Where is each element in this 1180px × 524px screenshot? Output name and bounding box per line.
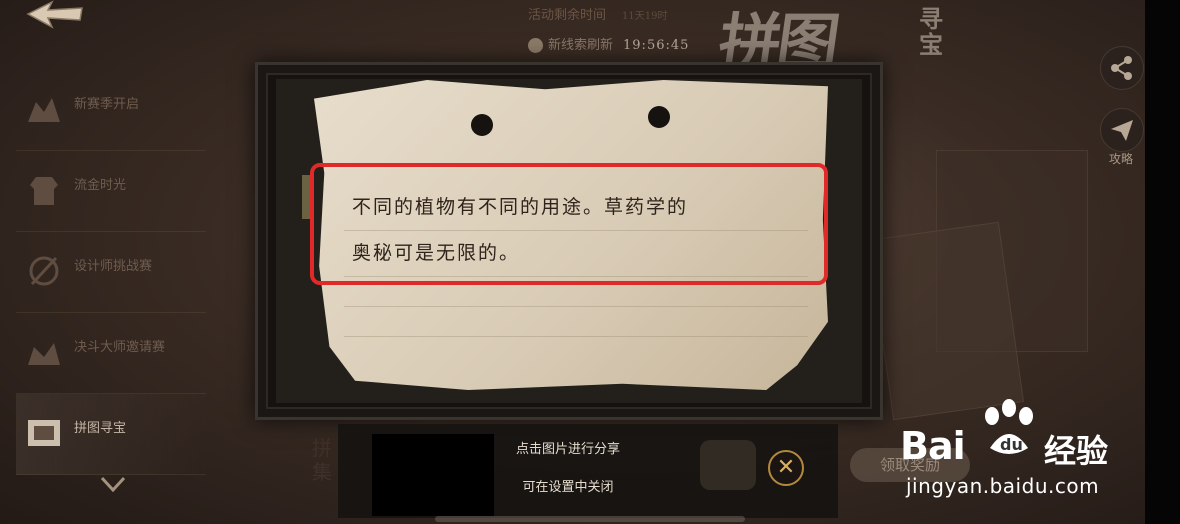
puzzle-icon [28, 420, 60, 446]
close-icon: ✕ [776, 455, 796, 480]
refresh-row: 新线索刷新 19:56:45 [528, 34, 689, 53]
refresh-countdown: 19:56:45 [623, 38, 690, 53]
sidebar-item-label: 新赛季开启 [74, 97, 140, 112]
paper-line [344, 306, 808, 307]
sidebar: 新赛季开启 流金时光 设计师挑战赛 决斗大师邀请赛 拼图寻宝 [16, 70, 206, 475]
close-button[interactable]: ✕ [768, 450, 804, 486]
toast-redaction [372, 434, 494, 516]
sidebar-item-label: 拼图寻宝 [74, 421, 127, 436]
event-time-row: 活动剩余时间 11天19时 [528, 4, 667, 23]
share-button[interactable] [1100, 46, 1144, 90]
screen-edge [1145, 0, 1180, 524]
duel-icon [28, 343, 60, 365]
watermark-brand: Bai [900, 424, 966, 468]
toast-settings-hint: 可在设置中关闭 [522, 480, 614, 495]
refresh-label: 新线索刷新 [548, 38, 614, 53]
design-icon [29, 256, 59, 286]
paw-logo-icon: du [985, 399, 1033, 454]
background-card [867, 221, 1025, 421]
paper-line [344, 336, 808, 337]
watermark-url: jingyan.baidu.com [906, 474, 1100, 498]
share-icon [1111, 56, 1132, 80]
event-info: 活动剩余时间 11天19时 新线索刷新 19:56:45 [528, 4, 688, 53]
event-logo-sub: 寻宝 [919, 4, 943, 59]
sidebar-item-new-season[interactable]: 新赛季开启 [16, 70, 206, 151]
refresh-icon [528, 38, 543, 53]
sidebar-item-label: 设计师挑战赛 [74, 259, 153, 274]
guide-button[interactable] [1100, 108, 1144, 152]
event-time-label: 活动剩余时间 [528, 8, 607, 23]
watermark-brand-cn: 经验 [1044, 432, 1109, 470]
sidebar-item-golden-time[interactable]: 流金时光 [16, 151, 206, 232]
svg-text:du: du [1000, 435, 1023, 454]
chevron-down-icon[interactable] [100, 476, 126, 492]
sidebar-item-duel-master[interactable]: 决斗大师邀请赛 [16, 313, 206, 394]
paper-plane-icon [1111, 120, 1133, 141]
highlight-annotation [310, 163, 828, 285]
sidebar-item-puzzle-treasure[interactable]: 拼图寻宝 [16, 394, 206, 475]
background-text: 拼集 [312, 436, 332, 484]
toast-portrait [700, 440, 756, 490]
sidebar-item-label: 流金时光 [74, 178, 127, 193]
toast-share-hint: 点击图片进行分享 [515, 442, 620, 457]
home-indicator [435, 516, 745, 522]
season-icon [28, 98, 60, 122]
sidebar-item-designer-challenge[interactable]: 设计师挑战赛 [16, 232, 206, 313]
pin-hole [648, 106, 670, 128]
costume-icon [30, 177, 58, 205]
pin-hole [471, 114, 493, 136]
event-time-value: 11天19时 [622, 11, 668, 22]
sidebar-item-label: 决斗大师邀请赛 [74, 340, 166, 355]
back-arrow-icon[interactable] [22, 0, 86, 30]
guide-label: 攻略 [1108, 152, 1133, 166]
